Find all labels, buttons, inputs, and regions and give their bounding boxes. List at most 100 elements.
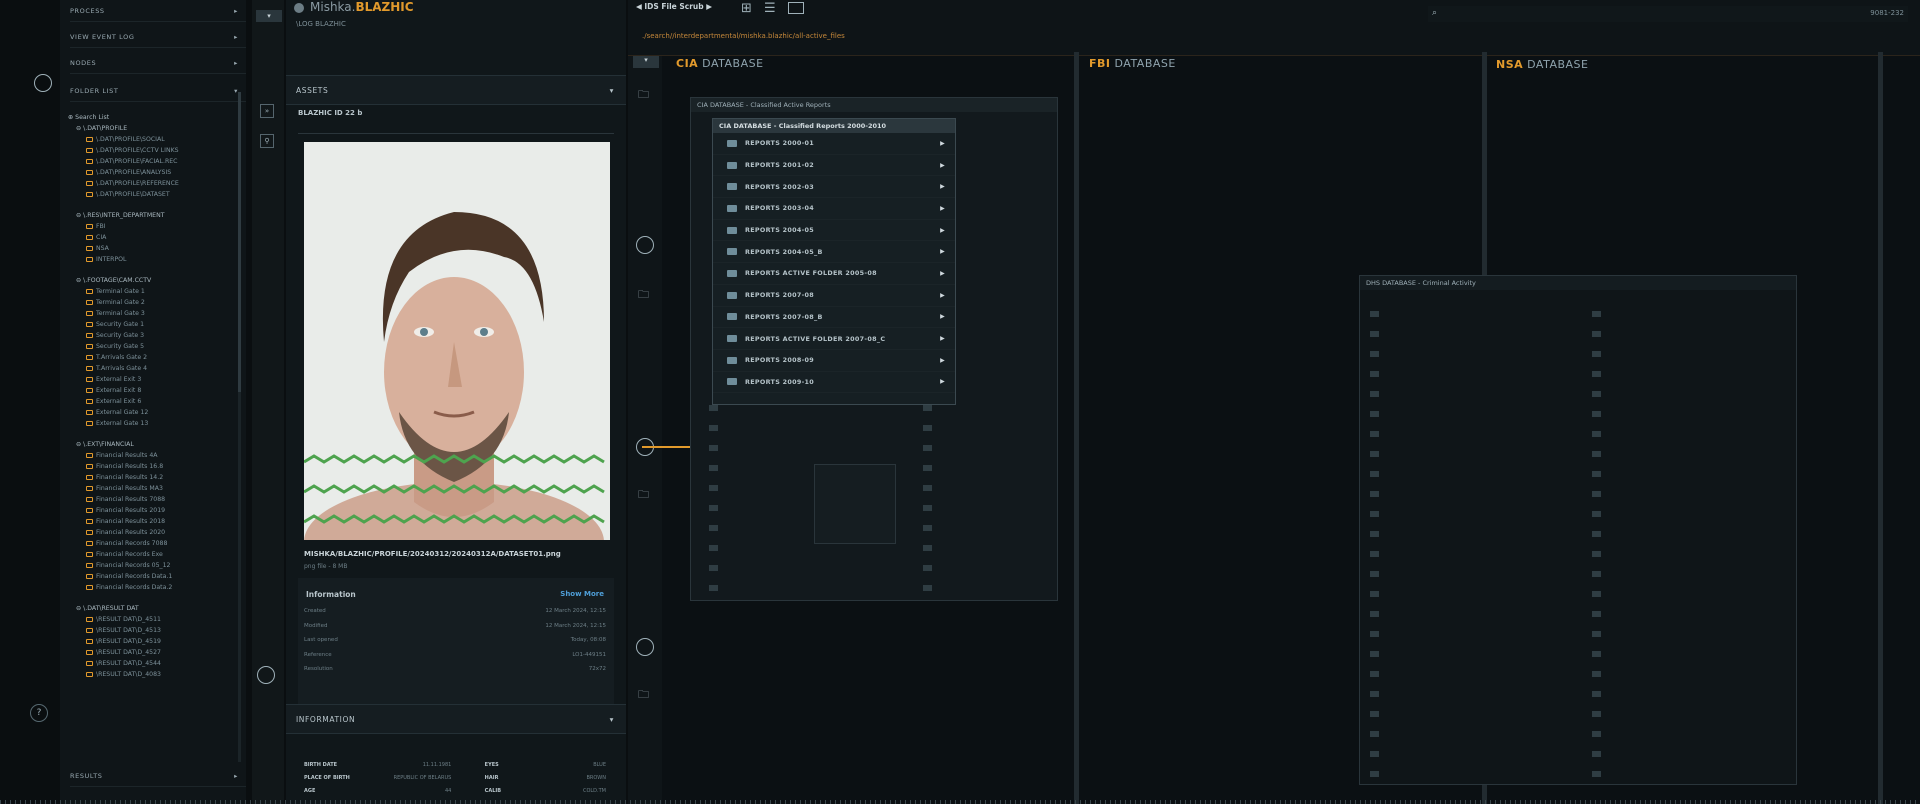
report-folder-row[interactable]: REPORTS 2002-03 ▶	[713, 176, 955, 199]
tree-item[interactable]: Security Gate 5	[68, 341, 179, 352]
report-folder-row[interactable]: REPORTS 2004-05_B ▶	[713, 241, 955, 264]
log-row[interactable]	[1370, 604, 1385, 624]
log-row[interactable]	[1592, 564, 1607, 584]
tree-item[interactable]: INTERPOL	[68, 254, 179, 265]
log-row[interactable]	[1592, 344, 1607, 364]
log-row[interactable]	[1370, 464, 1385, 484]
log-row[interactable]	[923, 558, 938, 578]
tree-item[interactable]: Financial Results 16.8	[68, 461, 179, 472]
tree-item[interactable]: T.Arrivals Gate 2	[68, 352, 179, 363]
log-row[interactable]	[1370, 344, 1385, 364]
log-row[interactable]	[1592, 364, 1607, 384]
log-row[interactable]	[709, 438, 724, 458]
log-row[interactable]	[923, 478, 938, 498]
log-row[interactable]	[1370, 384, 1385, 404]
report-folder-row[interactable]: REPORTS 2007-08 ▶	[713, 285, 955, 307]
report-folder-row[interactable]: REPORTS ACTIVE FOLDER 2007-08_C ▶	[713, 328, 955, 350]
log-row[interactable]	[1370, 304, 1385, 324]
folder-icon[interactable]: 🗀	[638, 286, 649, 305]
log-row[interactable]	[1370, 584, 1385, 604]
log-row[interactable]	[709, 418, 724, 438]
tree-group[interactable]: ⊖ \.EXT\FINANCIAL	[68, 439, 179, 450]
rail-circle-button[interactable]	[257, 666, 275, 684]
tree-item[interactable]: External Exit 8	[68, 385, 179, 396]
log-row[interactable]	[1592, 464, 1607, 484]
profile-photo[interactable]	[304, 142, 610, 540]
log-row[interactable]	[923, 498, 938, 518]
log-row[interactable]	[1592, 524, 1607, 544]
log-row[interactable]	[1592, 504, 1607, 524]
breadcrumb-path[interactable]: ./search//interdepartmental/mishka.blazh…	[642, 32, 845, 40]
tree-group[interactable]: ⊖ \.DAT\PROFILE	[68, 123, 179, 134]
log-row[interactable]	[709, 538, 724, 558]
log-row[interactable]	[709, 478, 724, 498]
tree-item[interactable]: Financial Results MA3	[68, 483, 179, 494]
log-row[interactable]	[1370, 684, 1385, 704]
tree-item[interactable]: NSA	[68, 243, 179, 254]
tree-item[interactable]: Financial Results 2018	[68, 516, 179, 527]
tree-group[interactable]: ⊖ \.DAT\RESULT DAT	[68, 603, 179, 614]
nav-process[interactable]: PROCESS ▸	[70, 0, 246, 22]
file-path[interactable]: MISHKA/BLAZHIC/PROFILE/20240312/20240312…	[304, 550, 561, 558]
log-row[interactable]	[709, 458, 724, 478]
log-row[interactable]	[1592, 644, 1607, 664]
log-row[interactable]	[1592, 444, 1607, 464]
tree-item[interactable]: External Exit 6	[68, 396, 179, 407]
panel-view-icon[interactable]	[788, 2, 804, 14]
help-icon[interactable]: ?	[30, 704, 48, 722]
log-row[interactable]	[1370, 624, 1385, 644]
log-row[interactable]	[923, 578, 938, 598]
tree-item[interactable]: \.DAT\PROFILE\REFERENCE	[68, 178, 179, 189]
log-row[interactable]	[923, 538, 938, 558]
log-row[interactable]	[1370, 764, 1385, 784]
log-row[interactable]	[1370, 364, 1385, 384]
log-row[interactable]	[1592, 384, 1607, 404]
tree-item[interactable]: External Gate 12	[68, 407, 179, 418]
log-row[interactable]	[1370, 744, 1385, 764]
tree-group[interactable]: ⊖ \.RES\INTER_DEPARTMENT	[68, 210, 179, 221]
log-row[interactable]	[1370, 664, 1385, 684]
tree-item[interactable]: Financial Records Exe	[68, 549, 179, 560]
nav-folder-list[interactable]: FOLDER LIST ▾	[70, 80, 246, 102]
nav-nodes[interactable]: NODES ▸	[70, 52, 246, 74]
log-row[interactable]	[1370, 324, 1385, 344]
log-row[interactable]	[923, 458, 938, 478]
tree-item[interactable]: Financial Results 2019	[68, 505, 179, 516]
log-row[interactable]	[1370, 544, 1385, 564]
tree-item[interactable]: \.DAT\PROFILE\ANALYSIS	[68, 167, 179, 178]
log-row[interactable]	[1592, 304, 1607, 324]
log-row[interactable]	[1592, 664, 1607, 684]
tree-item[interactable]: \.DAT\PROFILE\FACIAL.REC	[68, 156, 179, 167]
assets-header[interactable]: ASSETS ▾	[286, 75, 626, 105]
log-row[interactable]	[1370, 704, 1385, 724]
tree-item[interactable]: \RESULT DAT\D_4527	[68, 647, 179, 658]
log-row[interactable]	[1370, 644, 1385, 664]
dhs-criminal-activity-window[interactable]: DHS DATABASE - Criminal Activity	[1359, 275, 1797, 785]
log-row[interactable]	[709, 498, 724, 518]
log-row[interactable]	[1592, 624, 1607, 644]
report-folder-row[interactable]: REPORTS 2009-10 ▶	[713, 372, 955, 394]
list-view-icon[interactable]: ☰	[764, 1, 776, 16]
expand-icon[interactable]: »	[260, 104, 274, 118]
collapse-button[interactable]: ▾	[633, 56, 659, 68]
tree-item[interactable]: Financial Results 4A	[68, 450, 179, 461]
log-row[interactable]	[1592, 544, 1607, 564]
log-row[interactable]	[709, 518, 724, 538]
tree-item[interactable]: \RESULT DAT\D_4511	[68, 614, 179, 625]
tree-item[interactable]: \.DAT\PROFILE\DATASET	[68, 189, 179, 200]
report-folder-row[interactable]: REPORTS 2000-01 ▶	[713, 133, 955, 155]
tree-scrollbar[interactable]	[238, 92, 241, 762]
log-row[interactable]	[1370, 564, 1385, 584]
information-header[interactable]: INFORMATION ▾	[286, 704, 626, 734]
log-row[interactable]	[1592, 724, 1607, 744]
tree-group[interactable]: ⊖ \.FOOTAGE\CAM.CCTV	[68, 275, 179, 286]
tree-item[interactable]: FBI	[68, 221, 179, 232]
log-row[interactable]	[1592, 764, 1607, 784]
tree-item[interactable]: Financial Results 7088	[68, 494, 179, 505]
log-row[interactable]	[1592, 744, 1607, 764]
tree-item[interactable]: Financial Records Data.1	[68, 571, 179, 582]
show-more-link[interactable]: Show More	[560, 590, 604, 598]
log-row[interactable]	[1370, 724, 1385, 744]
folder-icon[interactable]: 🗀	[638, 686, 649, 705]
node-circle-button[interactable]	[636, 236, 654, 254]
